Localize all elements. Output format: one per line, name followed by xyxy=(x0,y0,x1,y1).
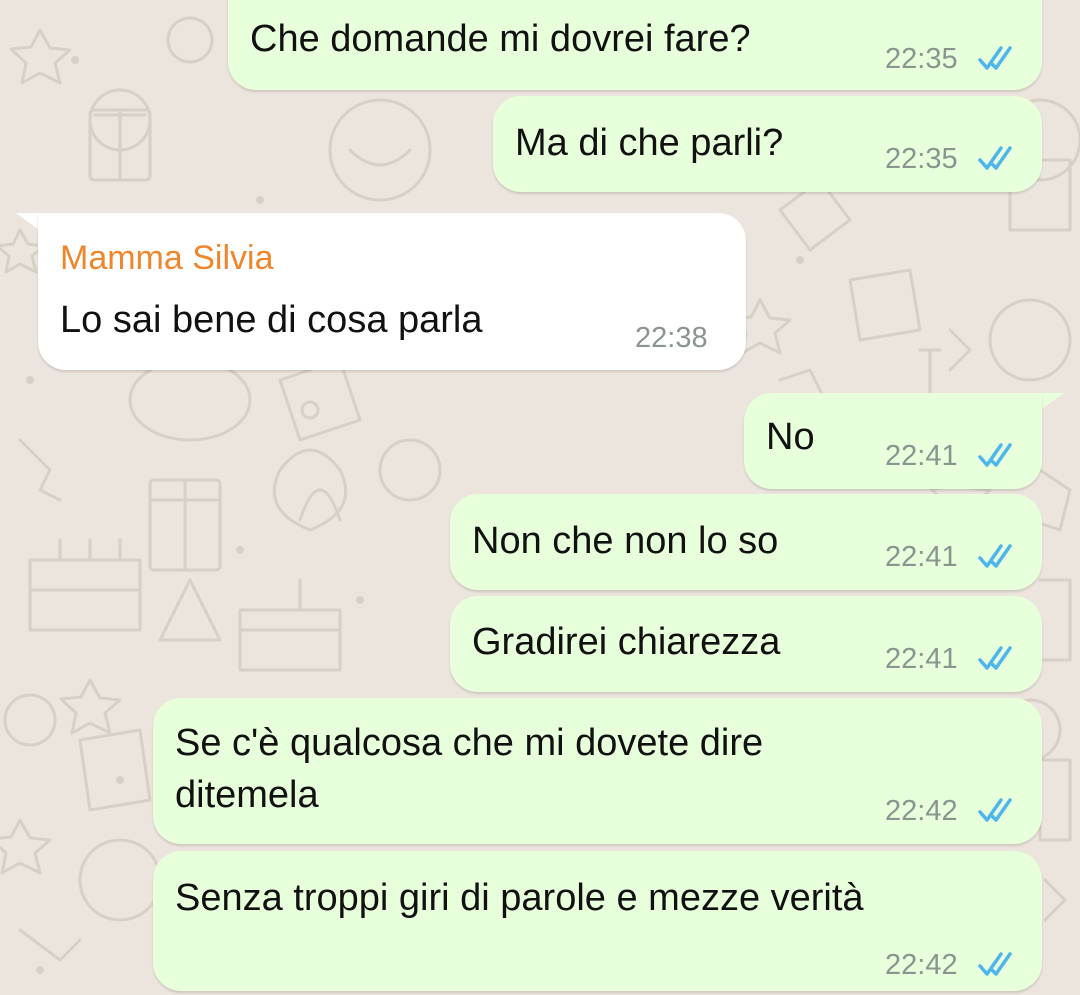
message-text: Ma di che parli? xyxy=(515,122,784,164)
message-text: Gradirei chiarezza xyxy=(472,621,781,663)
read-double-check-icon xyxy=(978,798,1012,822)
message-text-line-1: Se c'è qualcosa che mi dovete dire xyxy=(175,722,764,764)
message-timestamp: 22:41 xyxy=(885,643,958,675)
message-bubble-outgoing[interactable]: Se c'è qualcosa che mi dovete dire ditem… xyxy=(153,698,1042,844)
message-timestamp: 22:35 xyxy=(885,43,958,75)
message-text: Senza troppi giri di parole e mezze veri… xyxy=(175,877,864,919)
read-double-check-icon xyxy=(978,544,1012,568)
message-timestamp: 22:41 xyxy=(885,440,958,472)
message-bubble-outgoing[interactable]: Senza troppi giri di parole e mezze veri… xyxy=(153,851,1042,991)
message-bubble-outgoing[interactable]: No 22:41 xyxy=(744,393,1042,489)
message-bubble-outgoing[interactable]: Non che non lo so 22:41 xyxy=(450,494,1042,590)
chat-message-list[interactable]: Che domande mi dovrei fare? 22:35 Ma di … xyxy=(0,0,1080,995)
read-double-check-icon xyxy=(978,646,1012,670)
message-text: Che domande mi dovrei fare? xyxy=(250,18,751,60)
message-timestamp: 22:41 xyxy=(885,541,958,573)
message-text: Lo sai bene di cosa parla xyxy=(60,299,483,341)
message-timestamp: 22:38 xyxy=(635,322,708,354)
message-text: No xyxy=(766,416,815,458)
message-text-line-2: ditemela xyxy=(175,774,319,816)
message-timestamp: 22:42 xyxy=(885,949,958,981)
read-double-check-icon xyxy=(978,46,1012,70)
message-timestamp: 22:42 xyxy=(885,795,958,827)
message-text: Non che non lo so xyxy=(472,520,779,562)
read-double-check-icon xyxy=(978,952,1012,976)
sender-name[interactable]: Mamma Silvia xyxy=(60,239,273,278)
read-double-check-icon xyxy=(978,146,1012,170)
message-bubble-outgoing[interactable]: Che domande mi dovrei fare? 22:35 xyxy=(228,0,1042,90)
message-bubble-outgoing[interactable]: Ma di che parli? 22:35 xyxy=(493,96,1042,192)
read-double-check-icon xyxy=(978,443,1012,467)
message-timestamp: 22:35 xyxy=(885,143,958,175)
message-bubble-outgoing[interactable]: Gradirei chiarezza 22:41 xyxy=(450,596,1042,692)
message-bubble-incoming[interactable]: Mamma Silvia Lo sai bene di cosa parla 2… xyxy=(38,213,746,370)
